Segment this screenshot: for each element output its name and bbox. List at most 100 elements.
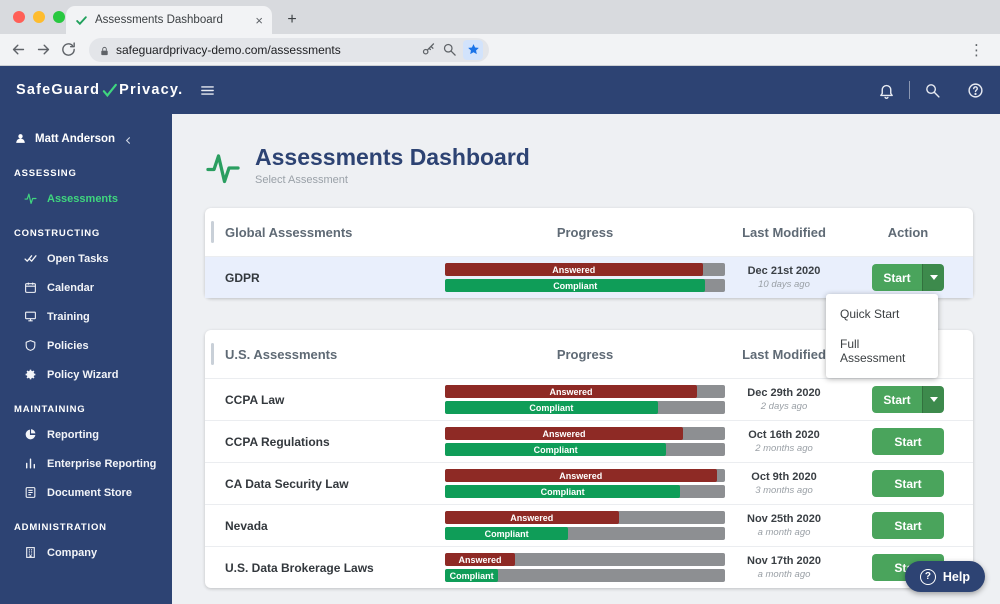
menu-item-quick-start[interactable]: Quick Start (826, 299, 938, 329)
new-tab-button[interactable]: + (280, 8, 304, 32)
compliant-bar-track: Compliant (445, 569, 725, 582)
start-button-ca-data-security-law[interactable]: Start (872, 470, 944, 497)
key-icon[interactable] (421, 42, 436, 57)
back-button[interactable] (10, 41, 27, 58)
browser-navbar: safeguardprivacy-demo.com/assessments ⋮ (0, 34, 1000, 66)
caret-down-icon[interactable] (922, 264, 944, 291)
assessment-row-ca-data-security-law: CA Data Security LawAnsweredCompliantOct… (205, 462, 973, 504)
compliant-bar: Compliant (445, 527, 568, 540)
help-button[interactable]: ? Help (905, 561, 985, 592)
compliant-bar: Compliant (445, 279, 705, 292)
sidebar-item-reporting[interactable]: Reporting (0, 420, 172, 449)
last-modified-date: Oct 16th 2020 (725, 429, 843, 441)
column-action: Action (843, 225, 973, 240)
start-split-button-ccpa-law[interactable]: Start (872, 386, 944, 413)
reload-button[interactable] (60, 41, 77, 58)
last-modified-ago: 2 months ago (725, 443, 843, 454)
assessment-name: CA Data Security Law (205, 477, 445, 491)
forward-button[interactable] (35, 41, 52, 58)
chevron-left-icon[interactable] (123, 133, 134, 144)
sidebar-item-policies[interactable]: Policies (0, 331, 172, 360)
start-split-button-gdpr[interactable]: Start (872, 264, 944, 291)
action-cell: Start (843, 264, 973, 291)
last-modified-date: Dec 29th 2020 (725, 387, 843, 399)
url-bar[interactable]: safeguardprivacy-demo.com/assessments (89, 38, 489, 62)
url-search-icon[interactable] (442, 42, 457, 57)
brand-first: SafeGuard (16, 82, 100, 98)
bar-chart-icon (24, 457, 37, 470)
column-progress: Progress (445, 347, 725, 362)
last-modified: Oct 16th 2020 2 months ago (725, 429, 843, 454)
last-modified-ago: 10 days ago (725, 279, 843, 290)
last-modified-date: Nov 17th 2020 (725, 555, 843, 567)
main-content: Assessments Dashboard Select Assessment … (172, 114, 1000, 604)
compliant-bar: Compliant (445, 401, 658, 414)
sidebar-item-label: Policy Wizard (47, 369, 118, 381)
browser-window: Assessments Dashboard × + safeguardpriva… (0, 0, 1000, 604)
close-window-button[interactable] (13, 11, 25, 23)
action-cell: Start (843, 428, 973, 455)
zoom-window-button[interactable] (53, 11, 65, 23)
compliant-bar-track: Compliant (445, 443, 725, 456)
sidebar-section-administration: ADMINISTRATION (0, 507, 172, 538)
sidebar-section-constructing: CONSTRUCTING (0, 213, 172, 244)
sidebar-item-open-tasks[interactable]: Open Tasks (0, 244, 172, 273)
document-icon (24, 486, 37, 499)
notifications-bell-icon[interactable] (878, 82, 895, 99)
sidebar-item-company[interactable]: Company (0, 538, 172, 567)
hamburger-menu-icon[interactable] (199, 82, 216, 99)
last-modified-ago: a month ago (725, 527, 843, 538)
assessment-row-ccpa-regulations: CCPA RegulationsAnsweredCompliantOct 16t… (205, 420, 973, 462)
app-header: SafeGuard Privacy. (0, 66, 1000, 114)
column-progress: Progress (445, 225, 725, 240)
sidebar-item-label: Open Tasks (47, 253, 109, 265)
answered-bar: Answered (445, 469, 717, 482)
answered-bar-track: Answered (445, 469, 725, 482)
answered-bar-track: Answered (445, 385, 725, 398)
answered-bar-track: Answered (445, 553, 725, 566)
tab-close-icon[interactable]: × (255, 14, 263, 27)
sidebar-item-calendar[interactable]: Calendar (0, 273, 172, 302)
pie-chart-icon (24, 428, 37, 441)
progress-bars: Answered Compliant (445, 469, 725, 498)
action-cell: Start (843, 470, 973, 497)
last-modified-date: Dec 21st 2020 (725, 265, 843, 277)
start-button-label[interactable]: Start (872, 264, 922, 291)
help-label: Help (943, 570, 970, 584)
brand-logo[interactable]: SafeGuard Privacy. (16, 82, 183, 99)
start-button-ccpa-regulations[interactable]: Start (872, 428, 944, 455)
sidebar-item-document-store[interactable]: Document Store (0, 478, 172, 507)
start-button-nevada[interactable]: Start (872, 512, 944, 539)
sidebar-item-enterprise-reporting[interactable]: Enterprise Reporting (0, 449, 172, 478)
assessment-row-gdpr: GDPRAnsweredCompliantDec 21st 202010 day… (205, 256, 973, 298)
sidebar-item-policy-wizard[interactable]: Policy Wizard (0, 360, 172, 389)
double-check-icon (24, 252, 37, 265)
sidebar-item-training[interactable]: Training (0, 302, 172, 331)
start-button-label[interactable]: Start (872, 386, 922, 413)
compliant-bar-track: Compliant (445, 527, 725, 540)
assessment-row-nevada: NevadaAnsweredCompliantNov 25th 2020a mo… (205, 504, 973, 546)
minimize-window-button[interactable] (33, 11, 45, 23)
sidebar-item-label: Policies (47, 340, 89, 352)
sidebar-item-label: Company (47, 547, 97, 559)
user-icon (14, 132, 27, 145)
compliant-bar-track: Compliant (445, 485, 725, 498)
building-icon (24, 546, 37, 559)
screen-icon (24, 310, 37, 323)
shield-icon (24, 339, 37, 352)
tab-favicon-check-icon (75, 14, 88, 27)
header-search-icon[interactable] (924, 82, 941, 99)
sidebar-item-assessments[interactable]: Assessments (0, 184, 172, 213)
browser-tab[interactable]: Assessments Dashboard × (66, 6, 272, 34)
caret-down-icon[interactable] (922, 386, 944, 413)
answered-bar: Answered (445, 427, 683, 440)
bookmark-star-button[interactable] (463, 40, 483, 60)
menu-item-full-assessment[interactable]: Full Assessment (826, 329, 938, 373)
header-help-icon[interactable] (967, 82, 984, 99)
browser-menu-icon[interactable]: ⋮ (963, 41, 990, 59)
assessment-name: GDPR (205, 271, 445, 285)
sidebar-user[interactable]: Matt Anderson (0, 124, 172, 153)
assessment-name: CCPA Law (205, 393, 445, 407)
last-modified-ago: 3 months ago (725, 485, 843, 496)
action-cell: Start (843, 386, 973, 413)
